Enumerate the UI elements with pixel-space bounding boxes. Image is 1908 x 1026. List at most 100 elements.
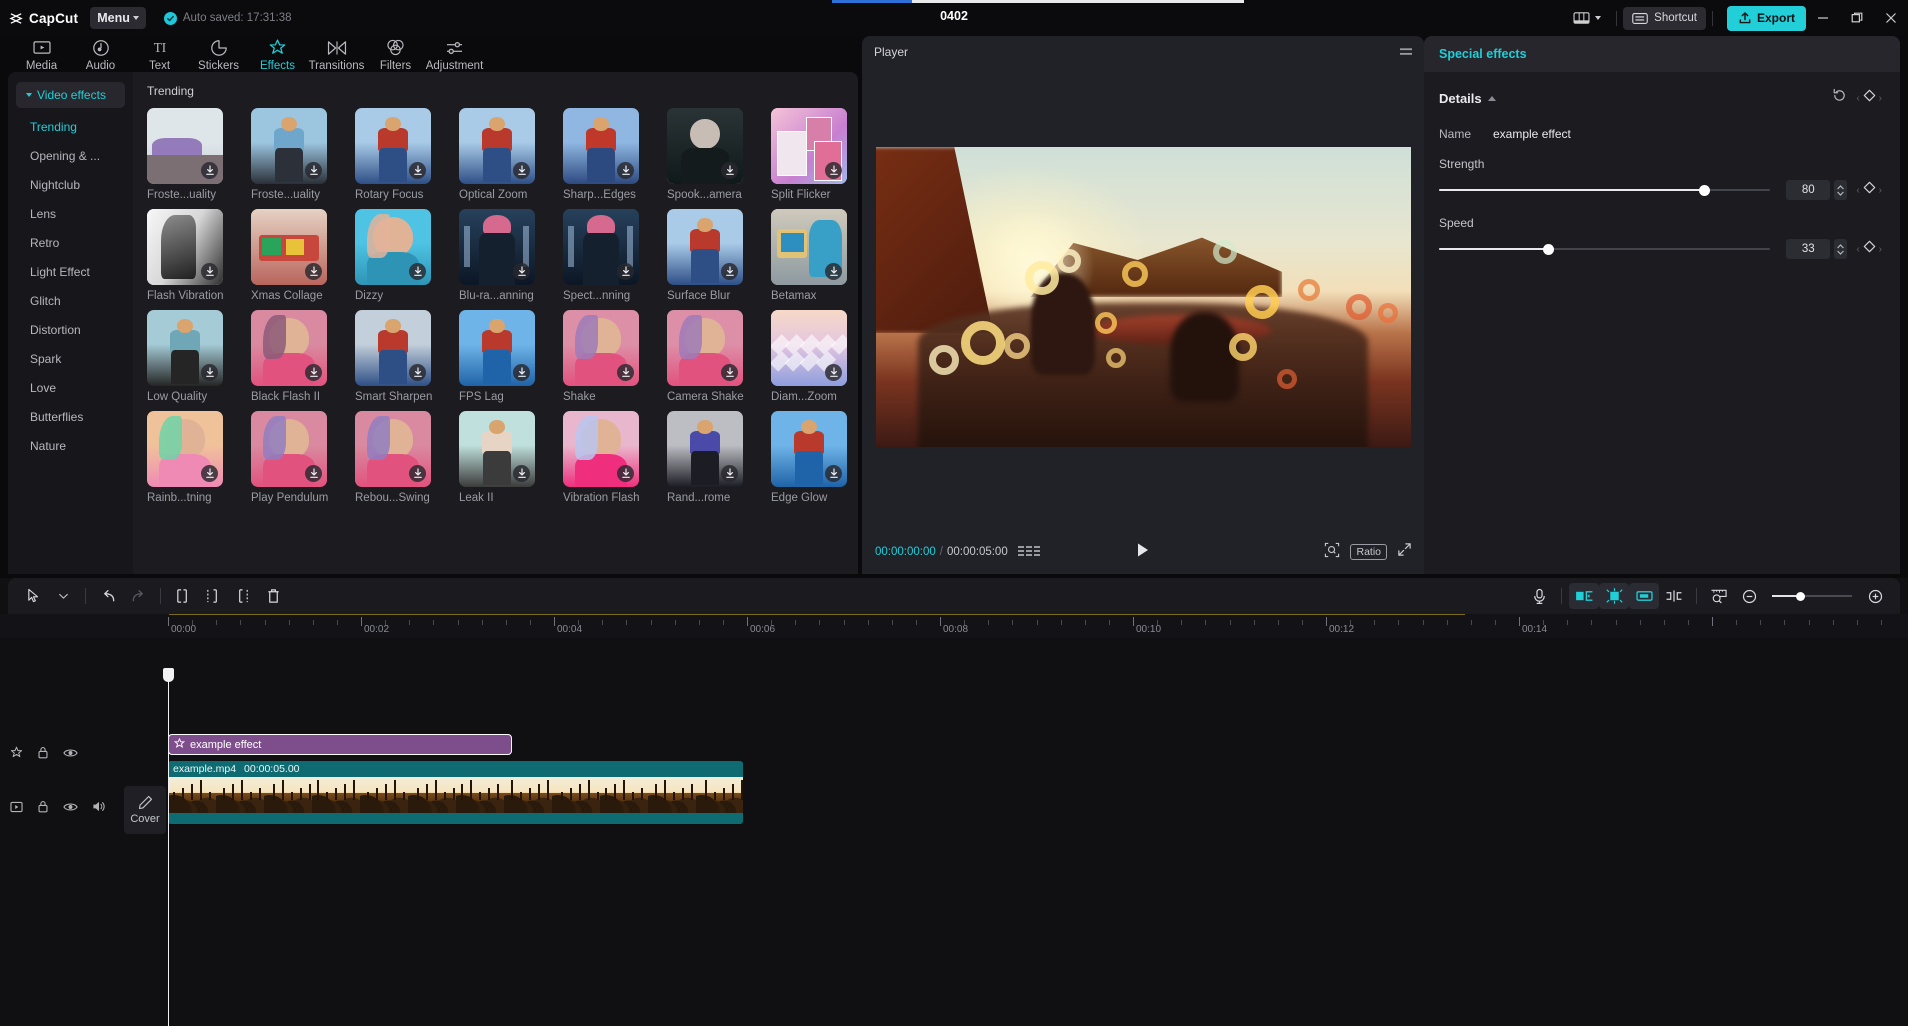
strength-value-input[interactable]: 80	[1786, 180, 1831, 200]
sidebar-item-distortion[interactable]: Distortion	[8, 315, 133, 344]
effect-thumbnail[interactable]	[251, 310, 327, 386]
download-icon[interactable]	[617, 263, 634, 280]
download-icon[interactable]	[409, 162, 426, 179]
download-icon[interactable]	[305, 364, 322, 381]
effect-item[interactable]: Leak II	[459, 411, 561, 504]
trim-left-button[interactable]	[198, 583, 228, 609]
effect-item[interactable]: Froste...uality	[251, 108, 353, 201]
effect-thumbnail[interactable]	[251, 108, 327, 184]
download-icon[interactable]	[825, 162, 842, 179]
split-clip-button[interactable]	[1659, 583, 1689, 609]
effect-item[interactable]: Optical Zoom	[459, 108, 561, 201]
prev-keyframe-icon[interactable]: ‹	[1856, 185, 1859, 196]
download-icon[interactable]	[201, 465, 218, 482]
playhead-handle[interactable]	[163, 668, 174, 682]
eye-icon[interactable]	[63, 746, 78, 764]
download-icon[interactable]	[617, 364, 634, 381]
tab-filters[interactable]: Filters	[366, 36, 425, 72]
effect-thumbnail[interactable]	[355, 108, 431, 184]
download-icon[interactable]	[825, 263, 842, 280]
shortcut-button[interactable]: Shortcut	[1623, 6, 1706, 30]
effect-item[interactable]: Surface Blur	[667, 209, 769, 302]
zoom-out-button[interactable]	[1734, 583, 1764, 609]
download-icon[interactable]	[305, 465, 322, 482]
effect-item[interactable]: Rainb...tning	[147, 411, 249, 504]
chevron-up-icon[interactable]	[1487, 95, 1496, 101]
speed-slider[interactable]	[1439, 242, 1771, 256]
prev-keyframe-icon[interactable]: ‹	[1856, 244, 1859, 255]
effect-thumbnail[interactable]	[771, 209, 847, 285]
sidebar-item-spark[interactable]: Spark	[8, 344, 133, 373]
export-button[interactable]: Export	[1726, 5, 1806, 31]
effect-thumbnail[interactable]	[563, 310, 639, 386]
playhead[interactable]	[163, 668, 174, 1026]
sidebar-item-butterflies[interactable]: Butterflies	[8, 402, 133, 431]
video-clip[interactable]: example.mp4 00:00:05.00	[168, 761, 743, 824]
download-icon[interactable]	[201, 263, 218, 280]
effect-thumbnail[interactable]	[355, 209, 431, 285]
close-button[interactable]	[1874, 0, 1908, 36]
speed-value-input[interactable]: 33	[1786, 239, 1831, 259]
play-button[interactable]	[1136, 542, 1150, 563]
effect-thumbnail[interactable]	[459, 310, 535, 386]
sidebar-item-light-effect[interactable]: Light Effect	[8, 257, 133, 286]
tab-media[interactable]: Media	[12, 36, 71, 72]
download-icon[interactable]	[513, 465, 530, 482]
layout-button[interactable]	[1564, 11, 1610, 25]
effect-item[interactable]: Black Flash II	[251, 310, 353, 403]
effect-item[interactable]: Split Flicker	[771, 108, 858, 201]
effect-item[interactable]: Betamax	[771, 209, 858, 302]
effect-thumbnail[interactable]	[667, 108, 743, 184]
select-tool[interactable]	[18, 583, 48, 609]
sidebar-item-nightclub[interactable]: Nightclub	[8, 170, 133, 199]
adapt-button[interactable]	[1704, 583, 1734, 609]
redo-button[interactable]	[123, 583, 153, 609]
undo-button[interactable]	[93, 583, 123, 609]
effect-thumbnail[interactable]	[563, 411, 639, 487]
record-voiceover-button[interactable]	[1524, 583, 1554, 609]
effect-thumbnail[interactable]	[771, 310, 847, 386]
download-icon[interactable]	[513, 364, 530, 381]
effect-thumbnail[interactable]	[147, 108, 223, 184]
effect-item[interactable]: Shake	[563, 310, 665, 403]
sidebar-item-opening[interactable]: Opening & ...	[8, 141, 133, 170]
effect-item[interactable]: Smart Sharpen	[355, 310, 457, 403]
effect-item[interactable]: Spect...nning	[563, 209, 665, 302]
tab-effects[interactable]: Effects	[248, 36, 307, 72]
effect-star-icon[interactable]	[10, 746, 23, 764]
effect-item[interactable]: Blu-ra...anning	[459, 209, 561, 302]
next-keyframe-icon[interactable]: ›	[1879, 93, 1882, 104]
quality-bars-icon[interactable]	[1017, 546, 1040, 558]
mirror-button[interactable]	[1569, 583, 1599, 609]
sidebar-group-video-effects[interactable]: Video effects	[16, 82, 125, 108]
download-icon[interactable]	[409, 263, 426, 280]
fullscreen-icon[interactable]	[1397, 542, 1412, 562]
download-icon[interactable]	[201, 364, 218, 381]
minimize-button[interactable]	[1806, 0, 1840, 36]
timeline-ruler[interactable]: 00:00 00:02 00:04 00:06 00:08 00:10 00:12 00:14	[0, 614, 1908, 638]
prev-keyframe-icon[interactable]: ‹	[1856, 93, 1859, 104]
effect-thumbnail[interactable]	[563, 108, 639, 184]
lock-icon[interactable]	[37, 800, 49, 818]
sidebar-item-love[interactable]: Love	[8, 373, 133, 402]
download-icon[interactable]	[721, 465, 738, 482]
effect-item[interactable]: Spook...amera	[667, 108, 769, 201]
effect-thumbnail[interactable]	[771, 108, 847, 184]
effect-item[interactable]: Rotary Focus	[355, 108, 457, 201]
keyframe-icon[interactable]	[1863, 240, 1876, 258]
effect-item[interactable]: Vibration Flash	[563, 411, 665, 504]
effect-item[interactable]: Rand...rome	[667, 411, 769, 504]
effect-thumbnail[interactable]	[667, 209, 743, 285]
effect-thumbnail[interactable]	[459, 209, 535, 285]
next-keyframe-icon[interactable]: ›	[1879, 244, 1882, 255]
sidebar-item-trending[interactable]: Trending	[8, 112, 133, 141]
effect-thumbnail[interactable]	[355, 411, 431, 487]
sidebar-item-nature[interactable]: Nature	[8, 431, 133, 460]
effect-item[interactable]: Low Quality	[147, 310, 249, 403]
crop-button[interactable]	[1629, 583, 1659, 609]
tab-audio[interactable]: Audio	[71, 36, 130, 72]
effect-thumbnail[interactable]	[771, 411, 847, 487]
download-icon[interactable]	[721, 263, 738, 280]
effect-item[interactable]: Dizzy	[355, 209, 457, 302]
ratio-button[interactable]: Ratio	[1350, 544, 1387, 560]
